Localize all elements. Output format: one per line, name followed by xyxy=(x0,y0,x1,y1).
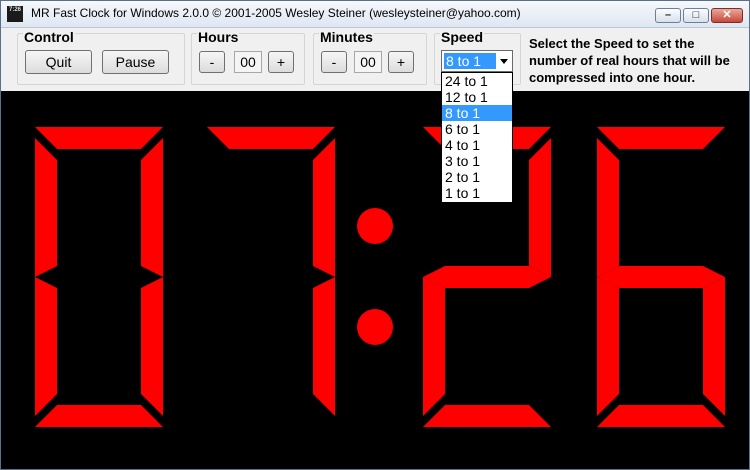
minimize-icon: – xyxy=(664,9,672,21)
speed-option[interactable]: 12 to 1 xyxy=(442,89,512,105)
minutes-increment-button[interactable]: + xyxy=(388,51,414,73)
minutes-decrement-button[interactable]: - xyxy=(321,51,347,73)
app-window: 7:26 MR Fast Clock for Windows 2.0.0 © 2… xyxy=(0,0,750,470)
quit-button[interactable]: Quit xyxy=(25,50,92,74)
speed-option[interactable]: 6 to 1 xyxy=(442,121,512,137)
segment-lower-left xyxy=(597,277,619,416)
speed-options-list[interactable]: 24 to 1 12 to 1 8 to 1 6 to 1 4 to 1 3 t… xyxy=(441,72,513,203)
speed-option-selected[interactable]: 8 to 1 xyxy=(442,105,512,121)
speed-option[interactable]: 3 to 1 xyxy=(442,153,512,169)
segment-upper-right xyxy=(313,138,335,277)
close-button[interactable]: ✕ xyxy=(711,8,743,23)
segment-bottom xyxy=(423,405,551,427)
window-title: MR Fast Clock for Windows 2.0.0 © 2001-2… xyxy=(31,6,521,20)
speed-option[interactable]: 24 to 1 xyxy=(442,73,512,89)
segment-upper-left xyxy=(35,138,57,277)
speed-option[interactable]: 1 to 1 xyxy=(442,185,512,201)
title-bar[interactable]: 7:26 MR Fast Clock for Windows 2.0.0 © 2… xyxy=(1,1,749,28)
speed-selected-value: 8 to 1 xyxy=(444,53,496,69)
close-icon: ✕ xyxy=(722,9,732,21)
chevron-down-icon[interactable] xyxy=(500,59,508,64)
segment-lower-left xyxy=(35,277,57,416)
segment-upper-right xyxy=(529,138,551,277)
pause-button[interactable]: Pause xyxy=(102,50,169,74)
segment-top xyxy=(207,127,335,149)
colon-dot-bottom xyxy=(357,309,393,345)
segment-lower-right xyxy=(141,277,163,416)
speed-dropdown[interactable]: 8 to 1 xyxy=(441,50,513,72)
speed-help-text: Select the Speed to set the number of re… xyxy=(529,36,730,85)
digit-hours-ones xyxy=(207,127,335,416)
speed-option[interactable]: 4 to 1 xyxy=(442,137,512,153)
segment-middle xyxy=(597,266,725,288)
segment-upper-right xyxy=(141,138,163,277)
segment-lower-right xyxy=(703,277,725,416)
hours-decrement-button[interactable]: - xyxy=(199,51,225,73)
segment-lower-left xyxy=(423,277,445,416)
clock-display xyxy=(1,91,749,469)
minutes-value[interactable]: 00 xyxy=(354,51,382,73)
hours-increment-button[interactable]: + xyxy=(268,51,294,73)
digit-minutes-ones xyxy=(597,127,725,427)
speed-label: Speed xyxy=(440,29,485,45)
segment-top xyxy=(597,127,725,149)
clock-digits xyxy=(35,127,725,427)
digit-hours-tens xyxy=(35,127,163,427)
segment-top xyxy=(35,127,163,149)
segment-middle xyxy=(423,266,551,288)
control-label: Control xyxy=(23,29,75,45)
colon-dot-top xyxy=(357,208,393,244)
clock-app-icon[interactable]: 7:26 xyxy=(7,6,23,22)
maximize-button[interactable]: □ xyxy=(683,8,709,23)
segment-bottom xyxy=(597,405,725,427)
maximize-icon: □ xyxy=(692,9,700,21)
segment-upper-left xyxy=(597,138,619,277)
minutes-label: Minutes xyxy=(319,29,374,45)
minimize-button[interactable]: – xyxy=(655,8,681,23)
hours-label: Hours xyxy=(197,29,240,45)
speed-option[interactable]: 2 to 1 xyxy=(442,169,512,185)
segment-lower-right xyxy=(313,277,335,416)
hours-value[interactable]: 00 xyxy=(234,51,262,73)
segment-bottom xyxy=(35,405,163,427)
